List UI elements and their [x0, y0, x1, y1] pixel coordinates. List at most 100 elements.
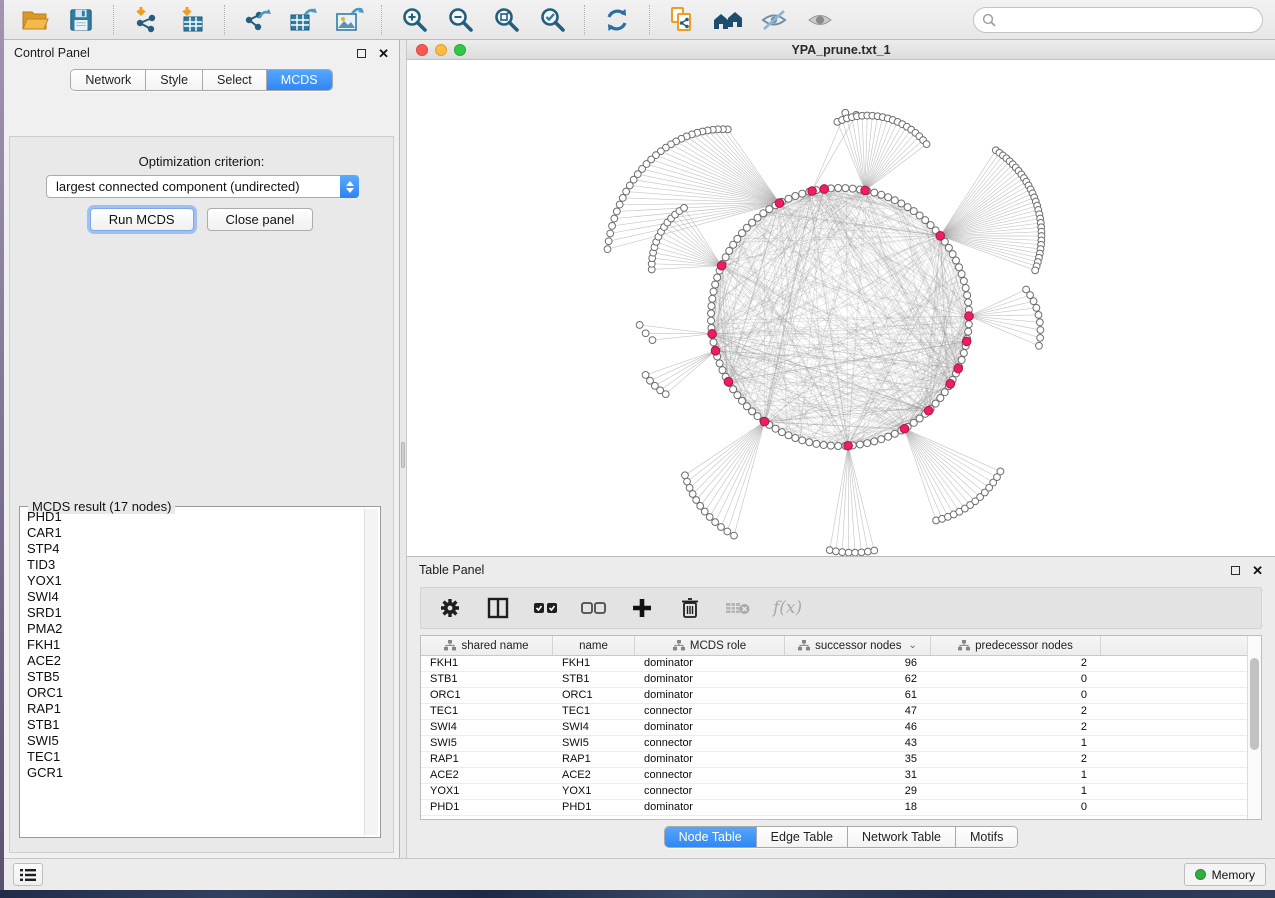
network-titlebar: YPA_prune.txt_1	[407, 40, 1275, 60]
mcds-result-item[interactable]: ORC1	[22, 685, 363, 701]
apply-function-icon[interactable]: f(x)	[773, 598, 802, 618]
delete-table-icon[interactable]	[725, 595, 751, 621]
column-header-successor-nodes[interactable]: successor nodes ⌄	[785, 636, 931, 655]
table-scrollbar[interactable]	[1247, 636, 1261, 819]
mcds-result-item[interactable]: SWI5	[22, 733, 363, 749]
mcds-result-item[interactable]: TID3	[22, 557, 363, 573]
table-toolbar: f(x)	[420, 587, 1262, 629]
table-tab[interactable]: Network Table	[848, 827, 956, 847]
show-columns-icon[interactable]	[485, 595, 511, 621]
control-panel-tab[interactable]: Style	[146, 70, 203, 90]
control-panel-tabbar: Network Style Select MCDS	[4, 66, 399, 94]
mcds-result-item[interactable]: STP4	[22, 541, 363, 557]
table-row[interactable]: TEC1 TEC1 connector 47 2	[421, 704, 1247, 720]
table-tab[interactable]: Node Table	[665, 827, 757, 847]
table-row[interactable]: PHD1 PHD1 dominator 18 0	[421, 800, 1247, 816]
mcds-result-item[interactable]: TEC1	[22, 749, 363, 765]
zoom-out-icon[interactable]	[439, 3, 481, 37]
mcds-result-item[interactable]: GCR1	[22, 765, 363, 781]
search-input[interactable]	[973, 7, 1263, 33]
column-header-mcds-role[interactable]: MCDS role	[635, 636, 785, 655]
mcds-result-item[interactable]: STB1	[22, 717, 363, 733]
toolbar-separator	[224, 5, 225, 35]
table-row[interactable]: SWI5 SWI5 connector 43 1	[421, 736, 1247, 752]
mcds-result-item[interactable]: SWI4	[22, 589, 363, 605]
show-all-icon[interactable]	[799, 3, 841, 37]
show-panels-list-button[interactable]	[13, 863, 43, 886]
export-table-icon[interactable]	[282, 3, 324, 37]
control-panel-header: Control Panel ✕	[4, 40, 399, 66]
table-tab[interactable]: Edge Table	[757, 827, 848, 847]
mcds-result-item[interactable]: ACE2	[22, 653, 363, 669]
mcds-result-item[interactable]: CAR1	[22, 525, 363, 541]
zoom-fit-icon[interactable]	[485, 3, 527, 37]
table-row[interactable]: RAP1 RAP1 dominator 35 2	[421, 752, 1247, 768]
save-session-icon[interactable]	[60, 3, 102, 37]
mcds-result-item[interactable]: STB5	[22, 669, 363, 685]
import-network-icon[interactable]	[125, 3, 167, 37]
first-neighbors-icon[interactable]	[707, 3, 749, 37]
table-row[interactable]: SWI4 SWI4 dominator 46 2	[421, 720, 1247, 736]
export-network-icon[interactable]	[236, 3, 278, 37]
control-panel-tab[interactable]: Network	[71, 70, 146, 90]
settings-gear-icon[interactable]	[437, 595, 463, 621]
memory-button[interactable]: Memory	[1184, 863, 1266, 886]
column-type-icon	[444, 640, 456, 651]
mcds-result-item[interactable]: FKH1	[22, 637, 363, 653]
table-row[interactable]: ACE2 ACE2 connector 31 1	[421, 768, 1247, 784]
table-panel-title: Table Panel	[419, 563, 484, 577]
export-image-icon[interactable]	[328, 3, 370, 37]
close-panel-icon[interactable]: ✕	[378, 49, 389, 58]
open-file-icon[interactable]	[14, 3, 56, 37]
mcds-result-item[interactable]: PMA2	[22, 621, 363, 637]
toolbar-separator	[113, 5, 114, 35]
deselect-all-icon[interactable]	[581, 595, 607, 621]
column-type-icon	[798, 640, 810, 651]
table-tabbar: Node Table Edge Table Network Table Moti…	[407, 826, 1275, 848]
network-window: YPA_prune.txt_1	[407, 40, 1275, 557]
control-panel-title: Control Panel	[14, 46, 90, 60]
control-panel-tab[interactable]: MCDS	[267, 70, 332, 90]
close-panel-icon[interactable]: ✕	[1252, 566, 1263, 575]
table-row[interactable]: YOX1 YOX1 connector 29 1	[421, 784, 1247, 800]
control-panel-tab[interactable]: Select	[203, 70, 267, 90]
clone-network-icon[interactable]	[661, 3, 703, 37]
column-header-shared-name[interactable]: shared name	[421, 636, 553, 655]
search-icon	[982, 13, 996, 30]
float-panel-icon[interactable]	[1231, 566, 1240, 575]
mcds-list-scrollbar[interactable]	[364, 509, 378, 835]
column-type-icon	[673, 640, 685, 651]
table-row[interactable]: STB1 STB1 dominator 62 0	[421, 672, 1247, 688]
table-panel: Table Panel ✕	[407, 557, 1275, 858]
main-area: Control Panel ✕ Network Style Select	[4, 40, 1275, 858]
zoom-selected-icon[interactable]	[531, 3, 573, 37]
toolbar-separator	[649, 5, 650, 35]
mcds-result-item[interactable]: YOX1	[22, 573, 363, 589]
optimization-criterion-select[interactable]: largest connected component (undirected)	[46, 175, 359, 198]
refresh-icon[interactable]	[596, 3, 638, 37]
mcds-result-item[interactable]: SRD1	[22, 605, 363, 621]
network-canvas[interactable]	[407, 60, 1275, 556]
hide-selected-icon[interactable]	[753, 3, 795, 37]
mcds-result-item[interactable]: PHD1	[22, 509, 363, 525]
main-toolbar	[4, 0, 1275, 40]
table-row[interactable]: ORC1 ORC1 dominator 61 0	[421, 688, 1247, 704]
mcds-result-item[interactable]: RAP1	[22, 701, 363, 717]
select-all-icon[interactable]	[533, 595, 559, 621]
close-panel-button[interactable]: Close panel	[207, 208, 314, 231]
vertical-splitter[interactable]	[400, 40, 407, 858]
table-tab[interactable]: Motifs	[956, 827, 1017, 847]
add-column-icon[interactable]	[629, 595, 655, 621]
delete-column-icon[interactable]	[677, 595, 703, 621]
import-table-icon[interactable]	[171, 3, 213, 37]
column-header-filler	[1101, 636, 1247, 655]
splitter-grip[interactable]	[401, 442, 405, 468]
table-header-row: shared name name MCDS role s	[421, 636, 1247, 656]
table-row[interactable]: FKH1 FKH1 dominator 96 2	[421, 656, 1247, 672]
run-mcds-button[interactable]: Run MCDS	[90, 208, 194, 231]
float-panel-icon[interactable]	[357, 49, 366, 58]
table-scrollbar-thumb[interactable]	[1250, 658, 1259, 750]
column-header-name[interactable]: name	[553, 636, 635, 655]
column-header-predecessor-nodes[interactable]: predecessor nodes	[931, 636, 1101, 655]
zoom-in-icon[interactable]	[393, 3, 435, 37]
